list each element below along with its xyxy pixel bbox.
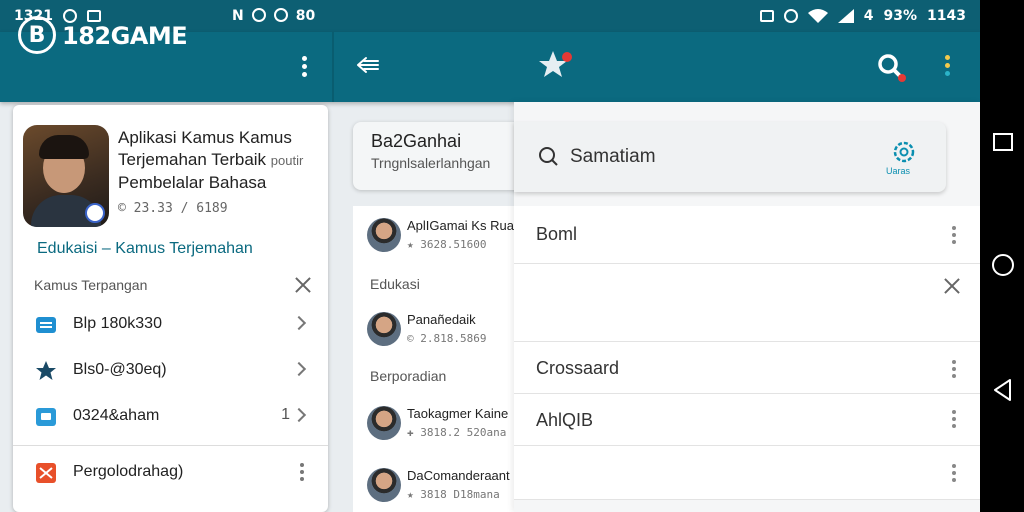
overflow-menu-icon[interactable] (945, 55, 951, 79)
app-category-link[interactable]: Edukaisi – Kamus Terjemahan (37, 240, 253, 258)
status-mid-text: 80 (295, 8, 316, 24)
result-row[interactable]: AhlQIB (514, 394, 980, 446)
row-menu-icon[interactable] (952, 360, 958, 381)
signal-icon (837, 9, 854, 23)
list-item[interactable]: AplIGamai Ks Ruai ★ 3628.51600 (353, 208, 523, 258)
result-row[interactable]: Boml (514, 206, 980, 264)
home-button[interactable] (992, 254, 1014, 276)
status-mid: N 80 (232, 8, 315, 24)
star-icon (36, 361, 56, 380)
list-item[interactable]: Pergolodrahag) (13, 451, 328, 495)
status-right: 4 93% 1143 (759, 8, 966, 24)
list-item[interactable]: Panañedaik © 2.818.5869 (353, 302, 523, 352)
section-label: Edukasi (370, 276, 420, 292)
result-row[interactable]: Crossaard (514, 342, 980, 394)
gallery-icon (86, 10, 101, 22)
wifi-icon (807, 9, 828, 23)
search-input[interactable]: Samatiam (570, 146, 656, 168)
sync-icon (273, 8, 288, 22)
vibrate-icon (759, 10, 774, 22)
search-bar[interactable]: Samatiam Uaras (514, 122, 946, 192)
recents-button[interactable] (993, 133, 1013, 151)
avatar (367, 468, 401, 502)
list-item[interactable]: 0324&aham 1 (13, 395, 328, 439)
search-panel: Samatiam Uaras Boml Crossaard AhlQIB (514, 102, 980, 512)
app-detail-card: Aplikasi Kamus Kamus Terjemahan Terbaik … (13, 105, 328, 512)
nav-back-button[interactable] (992, 378, 1014, 402)
data-icon (783, 9, 798, 23)
row-menu-icon[interactable] (952, 464, 958, 485)
app-list: AplIGamai Ks Ruai ★ 3628.51600 Edukasi P… (353, 206, 523, 512)
notification-n-icon: N (232, 8, 244, 24)
chevron-right-icon (291, 315, 307, 331)
shuffle-icon (36, 463, 56, 483)
clear-icon[interactable] (944, 278, 960, 294)
row-menu-icon[interactable] (952, 226, 958, 247)
status-time-right: 1143 (927, 8, 966, 24)
section-label: Kamus Terpangan (34, 277, 148, 293)
section-label: Berporadian (370, 368, 447, 384)
search-icon[interactable] (876, 52, 906, 82)
settings-label: Uaras (886, 166, 911, 176)
back-arrow-icon[interactable] (356, 55, 380, 75)
list-item[interactable]: Taokagmer Kaine ✚ 3818.2 520ana (353, 396, 523, 446)
item-menu-icon[interactable] (300, 463, 306, 484)
window-icon (36, 408, 56, 426)
app-meta: © 23.33 / 6189 (118, 201, 228, 216)
app-title-text: Aplikasi Kamus Kamus Terjemahan Terbaik … (118, 128, 304, 192)
result-row[interactable] (514, 264, 980, 342)
row-menu-icon[interactable] (952, 410, 958, 431)
search-icon (539, 147, 558, 166)
avatar (367, 406, 401, 440)
app-logo-icon[interactable]: B (18, 16, 56, 54)
left-overflow-menu-icon[interactable] (302, 56, 308, 80)
close-icon[interactable] (295, 277, 311, 293)
avatar (367, 218, 401, 252)
divider (13, 445, 328, 446)
avatar (367, 312, 401, 346)
list-icon (36, 317, 56, 333)
chevron-right-icon (291, 361, 307, 377)
chevron-right-icon (291, 407, 307, 423)
list-item[interactable]: Blp 180k330 (13, 303, 328, 347)
appbar-divider (332, 32, 334, 102)
notification-icon (62, 9, 77, 23)
battery-prefix: 4 (863, 8, 874, 24)
alarm-icon (251, 8, 266, 22)
battery-level: 93% (883, 8, 918, 24)
category-card[interactable]: Ba2Ganhai Trngnlsalerlanhgan (353, 122, 523, 190)
app-title: 182GAME (62, 22, 188, 50)
gear-icon[interactable] (890, 138, 918, 166)
app-avatar (23, 125, 109, 227)
item-count: 1 (281, 406, 290, 423)
list-item[interactable]: DaComanderaant ★ 3818 D18mana (353, 458, 523, 508)
list-item[interactable]: Bls0-@30eq) (13, 349, 328, 393)
result-row[interactable] (514, 446, 980, 500)
verified-badge-icon (85, 203, 105, 223)
star-logo-icon (539, 51, 572, 77)
